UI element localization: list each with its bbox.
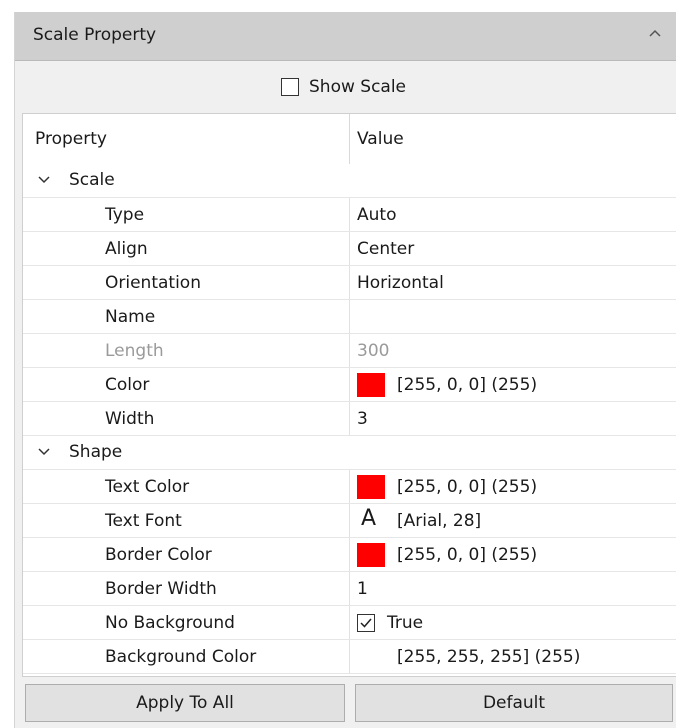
property-name: No Background xyxy=(105,613,235,633)
property-value: True xyxy=(387,613,424,633)
column-divider xyxy=(349,606,350,639)
property-row-color[interactable]: Color [255, 0, 0] (255) xyxy=(23,368,676,402)
property-name: Width xyxy=(105,409,155,429)
property-name: Type xyxy=(105,205,145,225)
font-icon: A xyxy=(361,506,377,531)
property-name: Background Color xyxy=(105,647,257,667)
property-name: Text Color xyxy=(105,477,190,497)
column-divider xyxy=(349,198,350,231)
group-name: Shape xyxy=(69,442,123,462)
property-grid: Property Value Scale Type Auto Align Cen… xyxy=(22,113,676,677)
column-divider xyxy=(349,266,350,299)
property-row-text-font[interactable]: Text Font A [Arial, 28] xyxy=(23,504,676,538)
property-value[interactable]: [255, 0, 0] (255) xyxy=(397,477,537,497)
column-divider xyxy=(349,300,350,333)
property-value[interactable]: Center xyxy=(357,239,414,259)
property-grid-header: Property Value xyxy=(23,114,676,164)
show-scale-toggle[interactable]: Show Scale xyxy=(15,68,676,108)
show-scale-checkbox[interactable] xyxy=(281,78,299,96)
column-divider xyxy=(349,402,350,435)
group-row-scale[interactable]: Scale xyxy=(23,164,676,198)
panel-title: Scale Property xyxy=(33,25,157,45)
property-row-width[interactable]: Width 3 xyxy=(23,402,676,436)
chevron-down-icon[interactable] xyxy=(37,173,51,187)
color-swatch[interactable] xyxy=(357,543,385,567)
property-row-no-background[interactable]: No Background True xyxy=(23,606,676,640)
column-divider[interactable] xyxy=(349,114,350,164)
property-value[interactable]: Horizontal xyxy=(357,273,444,293)
property-name: Border Color xyxy=(105,545,212,565)
property-name: Name xyxy=(105,307,156,327)
property-row-name[interactable]: Name xyxy=(23,300,676,334)
property-name: Text Font xyxy=(105,511,182,531)
scale-property-panel: Scale Property Show Scale Property Value… xyxy=(14,12,676,728)
property-row-background-color[interactable]: Background Color [255, 255, 255] (255) xyxy=(23,640,676,674)
chevron-down-icon[interactable] xyxy=(37,445,51,459)
property-row-text-color[interactable]: Text Color [255, 0, 0] (255) xyxy=(23,470,676,504)
property-row-type[interactable]: Type Auto xyxy=(23,198,676,232)
property-value: 300 xyxy=(357,341,390,361)
property-value[interactable]: [255, 0, 0] (255) xyxy=(397,375,537,395)
property-name: Align xyxy=(105,239,148,259)
value-column-header: Value xyxy=(357,129,404,149)
property-row-length: Length 300 xyxy=(23,334,676,368)
property-value[interactable]: Auto xyxy=(357,205,396,225)
column-divider xyxy=(349,572,350,605)
apply-to-all-button[interactable]: Apply To All xyxy=(25,684,345,722)
property-value[interactable]: [255, 0, 0] (255) xyxy=(397,545,537,565)
panel-header[interactable]: Scale Property xyxy=(15,12,676,61)
column-divider xyxy=(349,504,350,537)
property-name: Length xyxy=(105,341,164,361)
column-divider xyxy=(349,232,350,265)
property-value[interactable]: [Arial, 28] xyxy=(397,511,481,531)
property-name: Color xyxy=(105,375,150,395)
property-row-align[interactable]: Align Center xyxy=(23,232,676,266)
column-divider xyxy=(349,368,350,401)
column-divider xyxy=(349,334,350,367)
property-column-header: Property xyxy=(35,129,107,149)
checkmark-icon xyxy=(360,618,372,628)
property-value[interactable]: 1 xyxy=(357,579,368,599)
column-divider xyxy=(349,538,350,571)
color-swatch[interactable] xyxy=(357,373,385,397)
column-divider xyxy=(349,470,350,503)
no-background-checkbox[interactable] xyxy=(357,614,375,632)
property-name: Border Width xyxy=(105,579,217,599)
property-row-border-width[interactable]: Border Width 1 xyxy=(23,572,676,606)
color-swatch[interactable] xyxy=(357,645,385,669)
property-value[interactable]: [255, 255, 255] (255) xyxy=(397,647,580,667)
show-scale-label: Show Scale xyxy=(309,77,407,97)
property-value[interactable]: 3 xyxy=(357,409,368,429)
group-name: Scale xyxy=(69,170,115,190)
property-row-orientation[interactable]: Orientation Horizontal xyxy=(23,266,676,300)
column-divider xyxy=(349,640,350,673)
default-button[interactable]: Default xyxy=(355,684,673,722)
property-name: Orientation xyxy=(105,273,201,293)
property-row-border-color[interactable]: Border Color [255, 0, 0] (255) xyxy=(23,538,676,572)
chevron-up-icon[interactable] xyxy=(645,24,665,44)
color-swatch[interactable] xyxy=(357,475,385,499)
group-row-shape[interactable]: Shape xyxy=(23,436,676,470)
